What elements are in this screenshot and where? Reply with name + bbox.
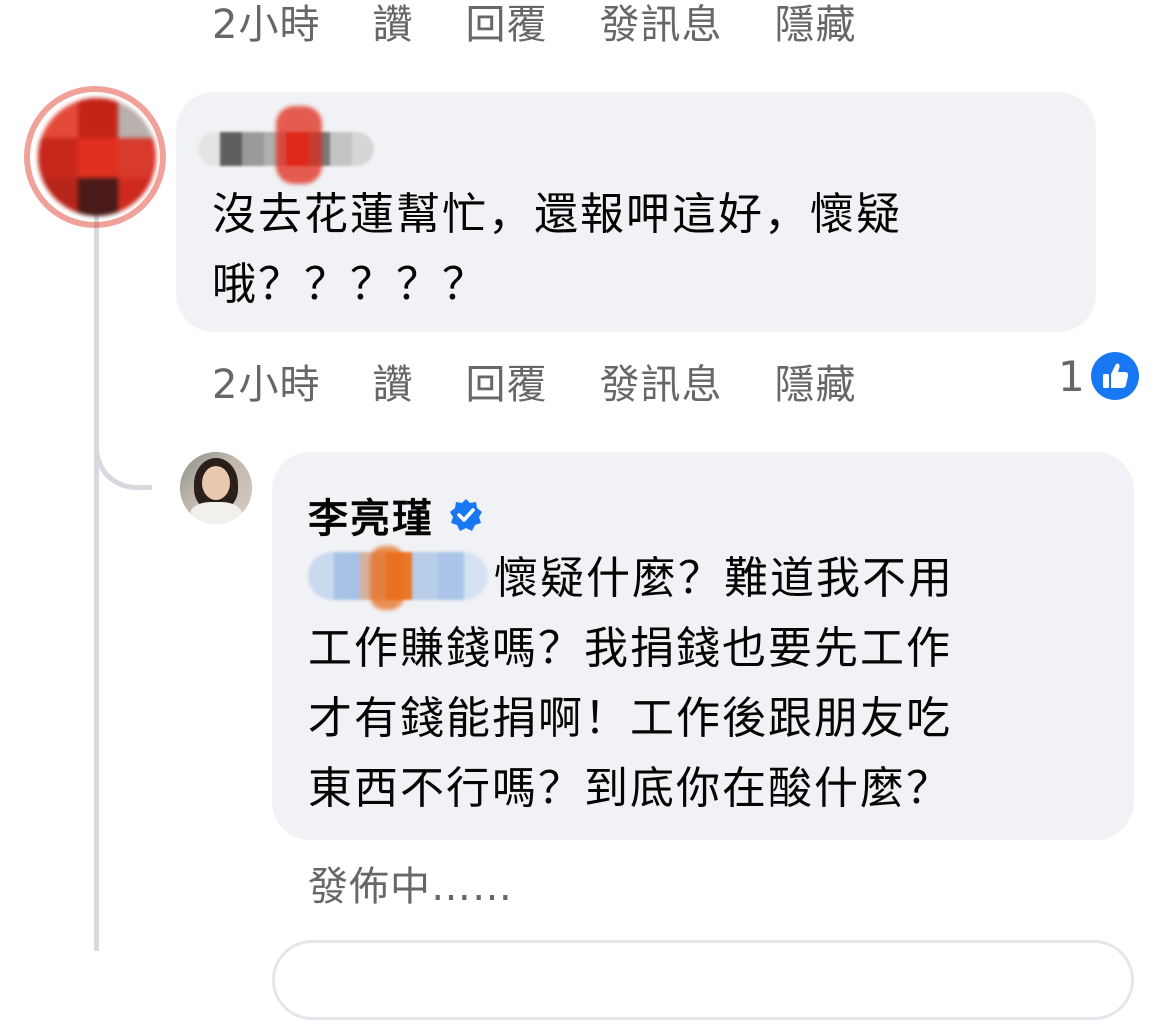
- posting-status: 發佈中……: [308, 864, 513, 910]
- comment-actions: 2小時 讚 回覆 發訊息 隱藏: [212, 352, 856, 410]
- top-comment-actions: 2小時 讚 回覆 發訊息 隱藏: [212, 0, 856, 50]
- comment-bubble[interactable]: 沒去花蓮幫忙，還報呷這好，懷疑 哦？？？？？: [176, 92, 1096, 332]
- reply-input-box[interactable]: [272, 940, 1134, 1020]
- reaction-summary[interactable]: 1: [1058, 350, 1139, 402]
- timestamp[interactable]: 2小時: [212, 352, 320, 410]
- comment-text-line: 沒去花蓮幫忙，還報呷這好，懷疑: [212, 189, 902, 240]
- hide-button[interactable]: 隱藏: [774, 352, 856, 410]
- like-button[interactable]: 讚: [372, 0, 413, 50]
- reply-text-line: 工作賺錢嗎？我捐錢也要先工作: [308, 623, 952, 674]
- thread-line-branch: [94, 390, 152, 490]
- avatar-censored[interactable]: [30, 92, 160, 222]
- reply-text-line: 東西不行嗎？到底你在酸什麼？: [308, 763, 952, 814]
- hide-button[interactable]: 隱藏: [774, 0, 856, 50]
- comment-text-line: 哦？？？？？: [212, 259, 488, 310]
- timestamp[interactable]: 2小時: [212, 0, 320, 50]
- reply-button[interactable]: 回覆: [465, 352, 547, 410]
- reply-text-line: 才有錢能捐啊！工作後跟朋友吃: [308, 693, 952, 744]
- message-button[interactable]: 發訊息: [599, 352, 722, 410]
- reply-text-line: 懷疑什麼？難道我不用: [494, 553, 954, 604]
- author-name[interactable]: 李亮瑾: [308, 486, 434, 544]
- reply-author-row: 李亮瑾: [308, 486, 484, 544]
- reaction-count: 1: [1058, 351, 1085, 401]
- like-button[interactable]: 讚: [372, 352, 413, 410]
- reply-button[interactable]: 回覆: [465, 0, 547, 50]
- avatar[interactable]: [180, 452, 252, 524]
- message-button[interactable]: 發訊息: [599, 0, 722, 50]
- verified-badge-icon: [448, 497, 484, 533]
- thumbs-up-icon: [1090, 352, 1139, 400]
- reply-bubble[interactable]: 李亮瑾 懷疑什麼？難道我不用 工作賺錢嗎？我捐錢也要先工作 才有錢能捐啊！工作後…: [272, 452, 1134, 840]
- thread-line-vertical: [94, 210, 99, 951]
